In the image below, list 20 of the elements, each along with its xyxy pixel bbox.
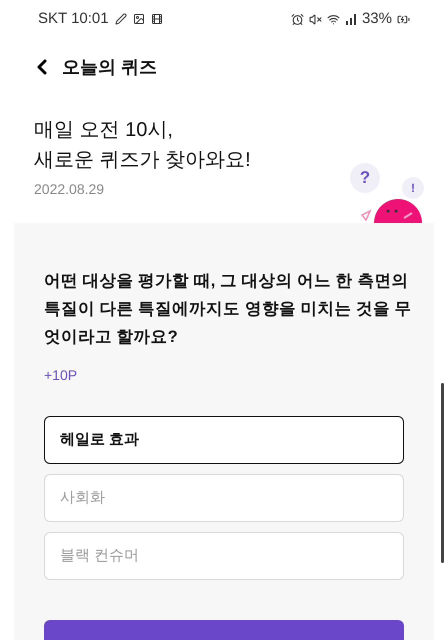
answer-option[interactable]: 블랙 컨슈머 bbox=[44, 532, 404, 580]
question-bubble: ? bbox=[350, 163, 380, 193]
page-title: 오늘의 퀴즈 bbox=[62, 56, 158, 79]
headline-line: 매일 오전 10시, bbox=[34, 118, 174, 143]
headline-line: 새로운 퀴즈가 찾아와요! bbox=[34, 148, 251, 173]
points-reward: +10P bbox=[44, 366, 78, 385]
battery-level: 33% bbox=[362, 8, 392, 29]
mute-icon bbox=[308, 12, 322, 26]
film-icon bbox=[150, 13, 163, 26]
answer-option[interactable]: 사회화 bbox=[44, 474, 404, 522]
alarm-icon bbox=[290, 12, 304, 26]
status-time: SKT 10:01 bbox=[38, 8, 109, 29]
signal-icon bbox=[344, 13, 357, 26]
question-text: 어떤 대상을 평가할 때, 그 대상의 어느 한 측면의 특질이 다른 특질에까지도 영향을 미치는 것을 무엇이라고 할까요? bbox=[44, 271, 413, 348]
pen-icon bbox=[114, 13, 127, 26]
quiz-date: 2022.08.29 bbox=[34, 180, 106, 199]
image-icon bbox=[132, 13, 145, 26]
exclamation-bubble: ! bbox=[402, 177, 424, 199]
battery-icon bbox=[397, 12, 410, 26]
answer-option[interactable]: 헤일로 효과 bbox=[44, 416, 404, 464]
